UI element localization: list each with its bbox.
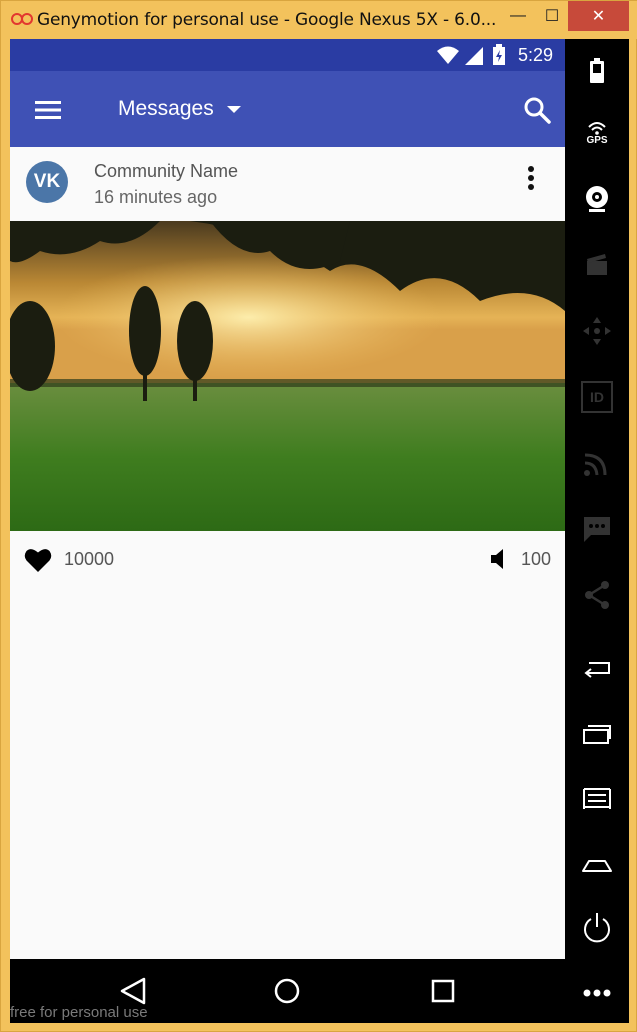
more-options-icon[interactable] bbox=[525, 165, 537, 191]
search-icon[interactable] bbox=[523, 96, 551, 124]
close-icon: ✕ bbox=[591, 8, 606, 25]
close-button[interactable]: ✕ bbox=[568, 1, 629, 31]
heart-icon[interactable] bbox=[24, 547, 52, 573]
share-icon[interactable] bbox=[581, 579, 613, 611]
home-icon[interactable] bbox=[271, 975, 303, 1007]
menu-button-icon[interactable] bbox=[581, 783, 613, 815]
app-toolbar: Messages bbox=[10, 71, 565, 147]
device-id-icon[interactable]: ID bbox=[581, 381, 613, 413]
gps-label: GPS bbox=[586, 135, 608, 146]
webcam-icon[interactable] bbox=[581, 183, 613, 215]
sms-icon[interactable] bbox=[581, 513, 613, 545]
audio-count: 100 bbox=[521, 549, 552, 569]
genymotion-sidebar: GPS ID bbox=[565, 39, 629, 1023]
gps-signal-icon bbox=[588, 122, 606, 135]
cellular-signal-icon bbox=[465, 47, 483, 65]
post-photo[interactable] bbox=[10, 221, 565, 531]
post-header: VK Community Name 16 minutes ago bbox=[10, 147, 565, 221]
post-timestamp: 16 minutes ago bbox=[94, 187, 218, 207]
status-time: 5:29 bbox=[517, 45, 553, 65]
recent-apps-icon[interactable] bbox=[427, 975, 459, 1007]
watermark-text: free for personal use bbox=[10, 1004, 148, 1021]
home-button-icon[interactable] bbox=[581, 849, 613, 881]
maximize-button[interactable]: ☐ bbox=[532, 1, 572, 31]
dropdown-caret-icon[interactable] bbox=[227, 106, 241, 113]
menu-icon[interactable] bbox=[34, 99, 62, 121]
back-icon[interactable] bbox=[118, 975, 150, 1007]
window-titlebar[interactable]: Genymotion for personal use - Google Nex… bbox=[1, 1, 637, 39]
device-screen: 5:29 Messages VK Community Name 16 minut… bbox=[10, 39, 565, 959]
speaker-icon[interactable] bbox=[490, 547, 508, 571]
dpad-icon[interactable] bbox=[581, 315, 613, 347]
maximize-icon: ☐ bbox=[544, 8, 560, 25]
post-stats-bar: 10000 100 bbox=[10, 531, 565, 591]
android-status-bar: 5:29 bbox=[10, 39, 565, 71]
back-button-icon[interactable] bbox=[581, 651, 613, 683]
window-title: Genymotion for personal use - Google Nex… bbox=[37, 10, 497, 30]
community-avatar[interactable]: VK bbox=[26, 161, 68, 203]
recent-apps-button-icon[interactable] bbox=[581, 717, 613, 749]
network-icon[interactable] bbox=[581, 447, 613, 479]
more-icon[interactable] bbox=[581, 977, 613, 1009]
screencast-icon[interactable] bbox=[581, 249, 613, 281]
battery-charging-icon bbox=[493, 44, 505, 65]
toolbar-title-dropdown[interactable]: Messages bbox=[118, 97, 214, 121]
wifi-icon bbox=[437, 46, 459, 64]
power-icon[interactable] bbox=[581, 911, 613, 943]
emulator-window: Genymotion for personal use - Google Nex… bbox=[0, 0, 637, 1032]
like-count: 10000 bbox=[64, 549, 115, 569]
gps-widget[interactable]: GPS bbox=[581, 119, 613, 155]
community-name[interactable]: Community Name bbox=[94, 161, 238, 182]
battery-icon[interactable] bbox=[581, 55, 613, 87]
minimize-icon: — bbox=[510, 7, 526, 24]
genymotion-logo-icon bbox=[11, 13, 33, 25]
